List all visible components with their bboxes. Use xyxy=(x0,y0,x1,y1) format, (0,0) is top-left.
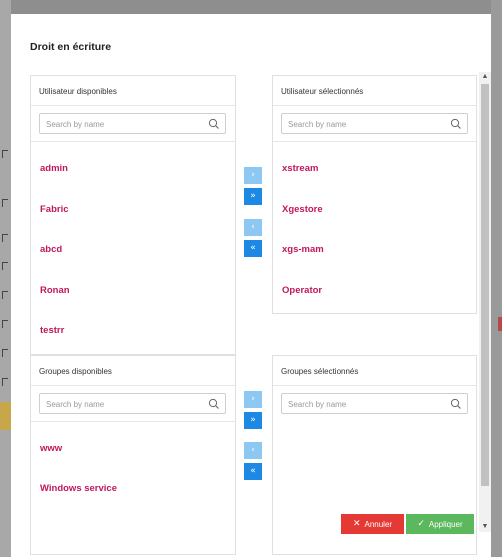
apply-label: Appliquer xyxy=(428,519,463,529)
panel-title: Groupes sélectionnés xyxy=(273,356,476,386)
search-icon xyxy=(208,118,219,129)
scroll-thumb[interactable] xyxy=(481,84,489,486)
search-input[interactable] xyxy=(40,115,200,134)
background-tree-mark xyxy=(2,150,8,158)
apply-button[interactable]: ✓ Appliquer xyxy=(406,514,474,534)
search-icon xyxy=(450,398,461,409)
background-highlight xyxy=(0,402,11,430)
scroll-up-icon[interactable]: ▲ xyxy=(479,72,491,82)
move-all-left-button[interactable]: « xyxy=(244,463,262,480)
background-page-left xyxy=(0,0,11,557)
close-icon: ✕ xyxy=(352,519,361,529)
cancel-label: Annuler xyxy=(364,519,393,529)
list-item[interactable]: www xyxy=(40,443,62,454)
selected-users-search[interactable] xyxy=(281,113,468,134)
permissions-modal: Droit en écriture Utilisateur disponible… xyxy=(11,14,491,557)
background-tree-mark xyxy=(2,378,8,386)
divider xyxy=(273,141,476,142)
move-right-button[interactable]: › xyxy=(244,391,262,408)
move-right-button[interactable]: › xyxy=(244,167,262,184)
background-tree-mark xyxy=(2,262,8,270)
move-all-left-button[interactable]: « xyxy=(244,240,262,257)
search-input[interactable] xyxy=(40,395,200,414)
panel-title: Utilisateur disponibles xyxy=(31,76,235,106)
list-item[interactable]: Operator xyxy=(282,285,322,296)
list-item[interactable]: xstream xyxy=(282,163,318,174)
search-icon xyxy=(450,118,461,129)
list-item[interactable]: Fabric xyxy=(40,204,69,215)
available-groups-panel: Groupes disponibles www Windows service xyxy=(30,355,236,555)
panel-title: Groupes disponibles xyxy=(31,356,235,386)
selected-users-panel: Utilisateur sélectionnés xstream Xgestor… xyxy=(272,75,477,314)
divider xyxy=(31,141,235,142)
move-left-button[interactable]: ‹ xyxy=(244,219,262,236)
check-icon: ✓ xyxy=(417,519,425,529)
list-item[interactable]: xgs-mam xyxy=(282,244,324,255)
background-tree-mark xyxy=(2,349,8,357)
modal-scrollbar[interactable]: ▲ ▼ xyxy=(479,72,491,532)
list-item[interactable]: testrr xyxy=(40,325,64,336)
search-icon xyxy=(208,398,219,409)
list-item[interactable]: admin xyxy=(40,163,68,174)
modal-title: Droit en écriture xyxy=(30,41,112,53)
background-badge xyxy=(498,317,502,331)
scroll-down-icon[interactable]: ▼ xyxy=(479,522,491,532)
background-tree-mark xyxy=(2,291,8,299)
search-input[interactable] xyxy=(282,395,442,414)
list-item[interactable]: Windows service xyxy=(40,483,117,494)
background-tree-mark xyxy=(2,320,8,328)
divider xyxy=(31,421,235,422)
cancel-button[interactable]: ✕ Annuler xyxy=(341,514,404,534)
list-item[interactable]: abcd xyxy=(40,244,62,255)
available-users-panel: Utilisateur disponibles admin Fabric abc… xyxy=(30,75,236,355)
panel-title: Utilisateur sélectionnés xyxy=(273,76,476,106)
list-item[interactable]: Ronan xyxy=(40,285,70,296)
selected-groups-search[interactable] xyxy=(281,393,468,414)
available-groups-search[interactable] xyxy=(39,393,226,414)
background-page-right xyxy=(491,0,502,557)
search-input[interactable] xyxy=(282,115,442,134)
list-item[interactable]: Xgestore xyxy=(282,204,323,215)
background-tree-mark xyxy=(2,199,8,207)
available-users-search[interactable] xyxy=(39,113,226,134)
move-left-button[interactable]: ‹ xyxy=(244,442,262,459)
move-all-right-button[interactable]: » xyxy=(244,188,262,205)
background-tree-mark xyxy=(2,234,8,242)
move-all-right-button[interactable]: » xyxy=(244,412,262,429)
